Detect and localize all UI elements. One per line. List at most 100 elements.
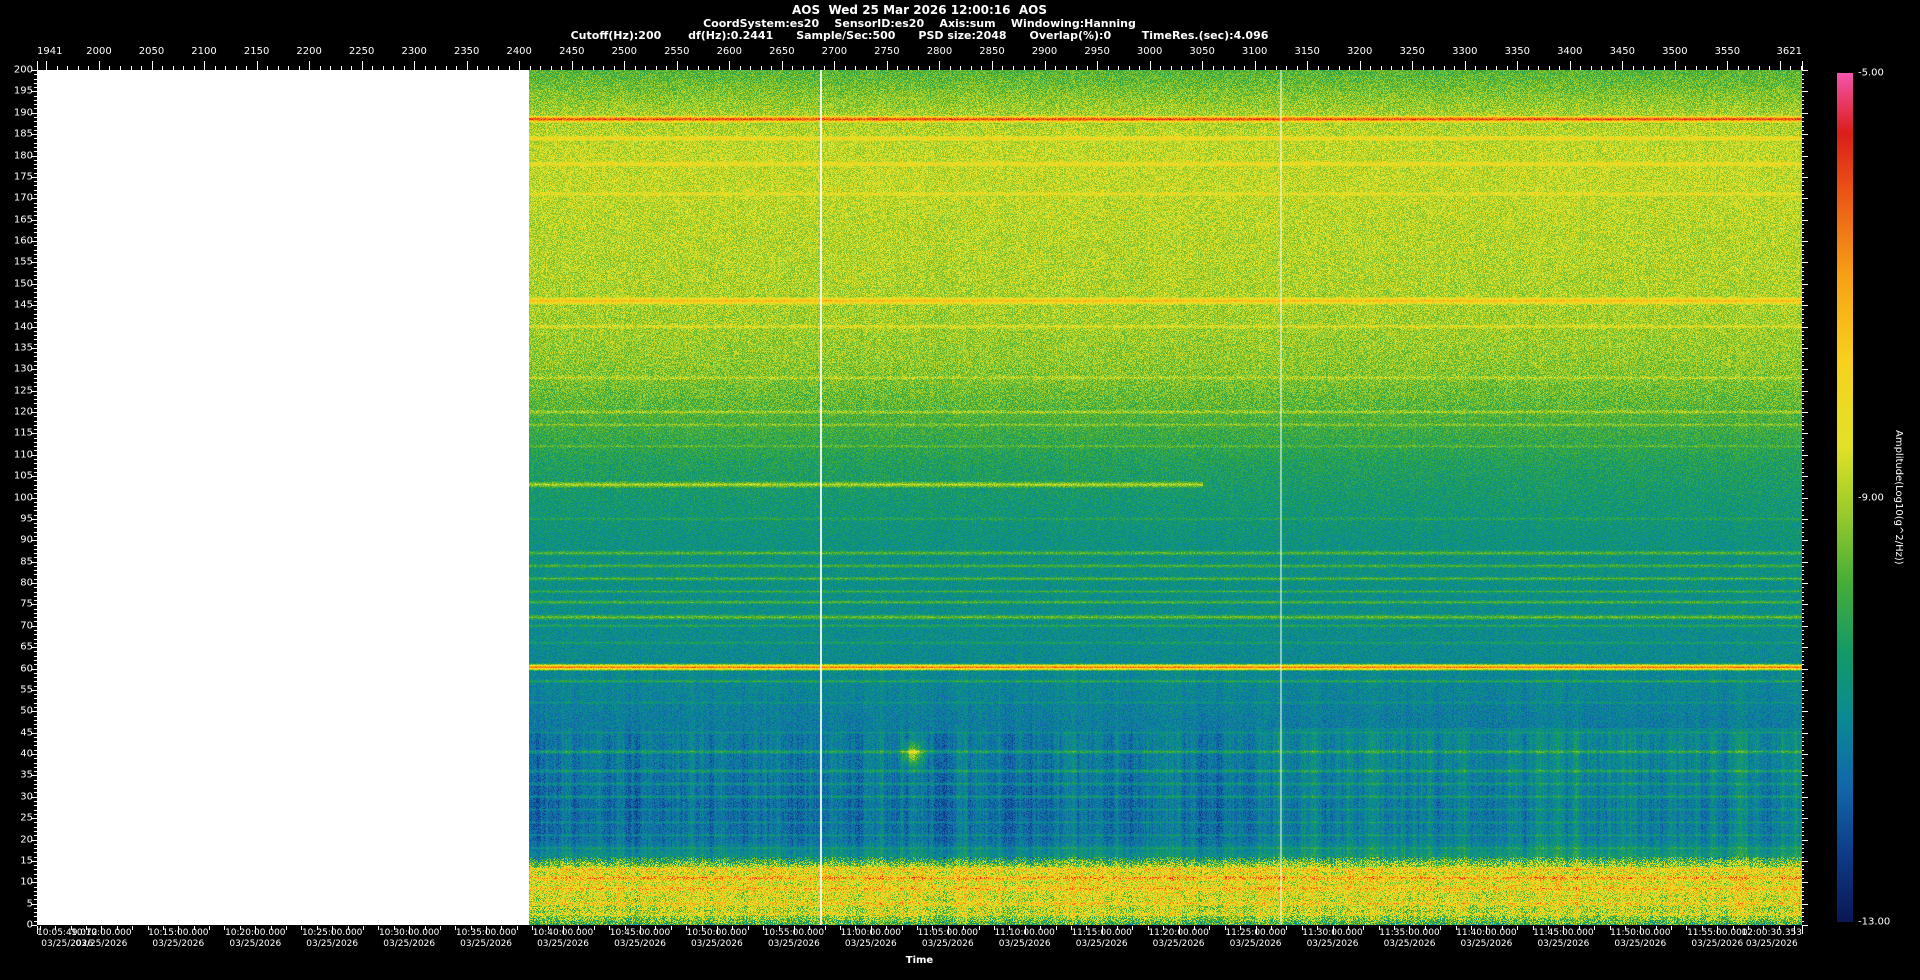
top-axis-label: 2750 <box>874 46 900 57</box>
time-axis-label: 10:45:00.000 03/25/2026 <box>610 928 670 950</box>
date-label: 03/25/2026 <box>1614 939 1667 949</box>
time-axis-label: 11:05:00.000 03/25/2026 <box>918 928 978 950</box>
top-axis-label: 2550 <box>664 46 690 57</box>
time-label: 12:00:30.353 <box>1741 928 1802 938</box>
freq-axis-label: 20 <box>20 834 33 845</box>
time-label: 11:35:00.000 <box>1379 928 1440 938</box>
time-label: 10:45:00.000 <box>609 928 671 938</box>
app-window: AOS Wed 25 Mar 2026 12:00:16 AOS CoordSy… <box>0 0 1920 980</box>
time-axis-label: 10:25:00.000 03/25/2026 <box>302 928 362 950</box>
freq-axis-label: 100 <box>13 492 33 503</box>
top-axis-label: 2800 <box>926 46 953 57</box>
date-label: 03/25/2026 <box>1152 939 1205 949</box>
top-axis-label: 3100 <box>1241 46 1268 57</box>
time-label: 11:55:00.000 <box>1687 928 1748 938</box>
time-label: 10:35:00.000 <box>455 928 517 938</box>
colorbar <box>1837 73 1853 922</box>
freq-axis-label: 120 <box>13 406 33 418</box>
freq-axis-label: 35 <box>20 769 33 781</box>
time-axis-label: 10:15:00.000 03/25/2026 <box>148 928 208 950</box>
time-axis-label: 11:15:00.000 03/25/2026 <box>1071 928 1131 950</box>
spectrogram-canvas[interactable] <box>37 70 1802 925</box>
top-axis-label: 2650 <box>769 46 795 57</box>
date-label: 03/25/2026 <box>152 939 205 949</box>
top-axis-label: 3500 <box>1662 46 1688 57</box>
top-axis-label: 2500 <box>611 46 638 57</box>
top-axis-label: 3050 <box>1189 46 1215 57</box>
time-axis-title: Time <box>905 955 934 966</box>
date-label: 03/25/2026 <box>383 939 436 949</box>
freq-axis-label: 175 <box>13 171 33 183</box>
time-axis-label: 10:35:00.000 03/25/2026 <box>456 928 516 950</box>
top-axis-label: 3450 <box>1609 46 1636 57</box>
freq-axis-label: 70 <box>20 620 33 632</box>
freq-axis-label: 15 <box>20 855 33 867</box>
date-label: 03/25/2026 <box>767 939 820 949</box>
time-axis-label: 11:30:00.000 03/25/2026 <box>1302 928 1362 950</box>
time-axis-label: 11:40:00.000 03/25/2026 <box>1456 928 1516 950</box>
date-label: 03/25/2026 <box>1537 939 1590 949</box>
top-axis-label: 3400 <box>1557 46 1583 57</box>
time-label: 11:15:00.000 <box>1071 928 1132 938</box>
time-axis-label: 11:45:00.000 03/25/2026 <box>1533 928 1593 950</box>
freq-axis-label: 50 <box>20 705 33 717</box>
time-axis-label: 10:50:00.000 03/25/2026 <box>687 928 747 950</box>
freq-axis-label: 195 <box>13 85 33 97</box>
freq-axis-label: 25 <box>20 812 33 824</box>
time-axis-label: 12:00:30.353 03/25/2026 <box>1742 928 1802 950</box>
colorbar-value-label: -9.00 <box>1858 492 1884 503</box>
time-label: 10:15:00.000 <box>148 928 209 938</box>
top-axis-label: 2050 <box>138 46 165 57</box>
date-label: 03/25/2026 <box>1460 939 1513 949</box>
colorbar-value-label: -5.00 <box>1858 67 1884 79</box>
freq-axis-label: 170 <box>13 192 33 204</box>
freq-axis-label: 180 <box>13 150 33 161</box>
time-label: 10:40:00.000 <box>532 928 594 938</box>
date-label: 03/25/2026 <box>75 939 128 949</box>
freq-axis-label: 85 <box>20 556 33 568</box>
top-axis-label: 2900 <box>1031 46 1058 57</box>
freq-axis-label: 155 <box>13 256 33 268</box>
date-label: 03/25/2026 <box>844 939 897 949</box>
time-label: 10:55:00.000 <box>763 928 825 938</box>
date-label: 03/25/2026 <box>921 939 974 949</box>
top-axis-label: 2000 <box>86 46 112 57</box>
top-axis-label: 1941 <box>37 46 63 57</box>
freq-axis-label: 95 <box>20 513 33 525</box>
freq-axis-label: 60 <box>20 663 33 674</box>
header-processing-params: Cutoff(Hz):200 df(Hz):0.2441 Sample/Sec:… <box>570 29 1269 42</box>
time-label: 10:25:00.000 <box>301 928 363 938</box>
top-axis-label: 2300 <box>401 46 427 57</box>
freq-axis-label: 10 <box>20 876 33 888</box>
top-axis-label: 3200 <box>1346 46 1373 57</box>
top-axis-label: 3150 <box>1294 46 1320 57</box>
time-label: 11:20:00.000 <box>1148 928 1209 938</box>
top-axis-label: 2850 <box>979 46 1005 57</box>
top-axis-label: 2450 <box>559 46 585 57</box>
date-label: 03/25/2026 <box>1383 939 1436 949</box>
top-axis-label: 3550 <box>1714 46 1741 57</box>
time-axis-label: 11:55:00.000 03/25/2026 <box>1687 928 1747 950</box>
time-label: 11:45:00.000 <box>1533 928 1594 938</box>
freq-axis-label: 110 <box>13 449 33 461</box>
time-label: 11:05:00.000 <box>917 928 979 938</box>
time-label: 11:00:00.000 <box>840 928 902 938</box>
date-label: 03/25/2026 <box>1075 939 1128 949</box>
freq-axis-label: 160 <box>13 235 33 247</box>
time-label: 11:10:00.000 <box>994 928 1055 938</box>
date-label: 03/25/2026 <box>998 939 1051 949</box>
time-axis-label: 10:10:00.000 03/25/2026 <box>71 928 131 950</box>
time-axis-label: 10:55:00.000 03/25/2026 <box>764 928 824 950</box>
time-label: 10:20:00.000 <box>225 928 286 938</box>
freq-axis-label: 190 <box>13 107 33 119</box>
time-label: 11:25:00.000 <box>1225 928 1286 938</box>
freq-axis-label: 140 <box>13 321 33 332</box>
time-label: 10:10:00.000 <box>71 928 132 938</box>
time-label: 10:30:00.000 <box>378 928 440 938</box>
freq-axis-label: 30 <box>20 791 33 803</box>
date-label: 03/25/2026 <box>229 939 282 949</box>
date-label: 03/25/2026 <box>1229 939 1282 949</box>
time-axis-label: 11:10:00.000 03/25/2026 <box>994 928 1054 950</box>
freq-axis-label: 135 <box>13 342 33 354</box>
freq-axis-label: 185 <box>13 128 33 140</box>
